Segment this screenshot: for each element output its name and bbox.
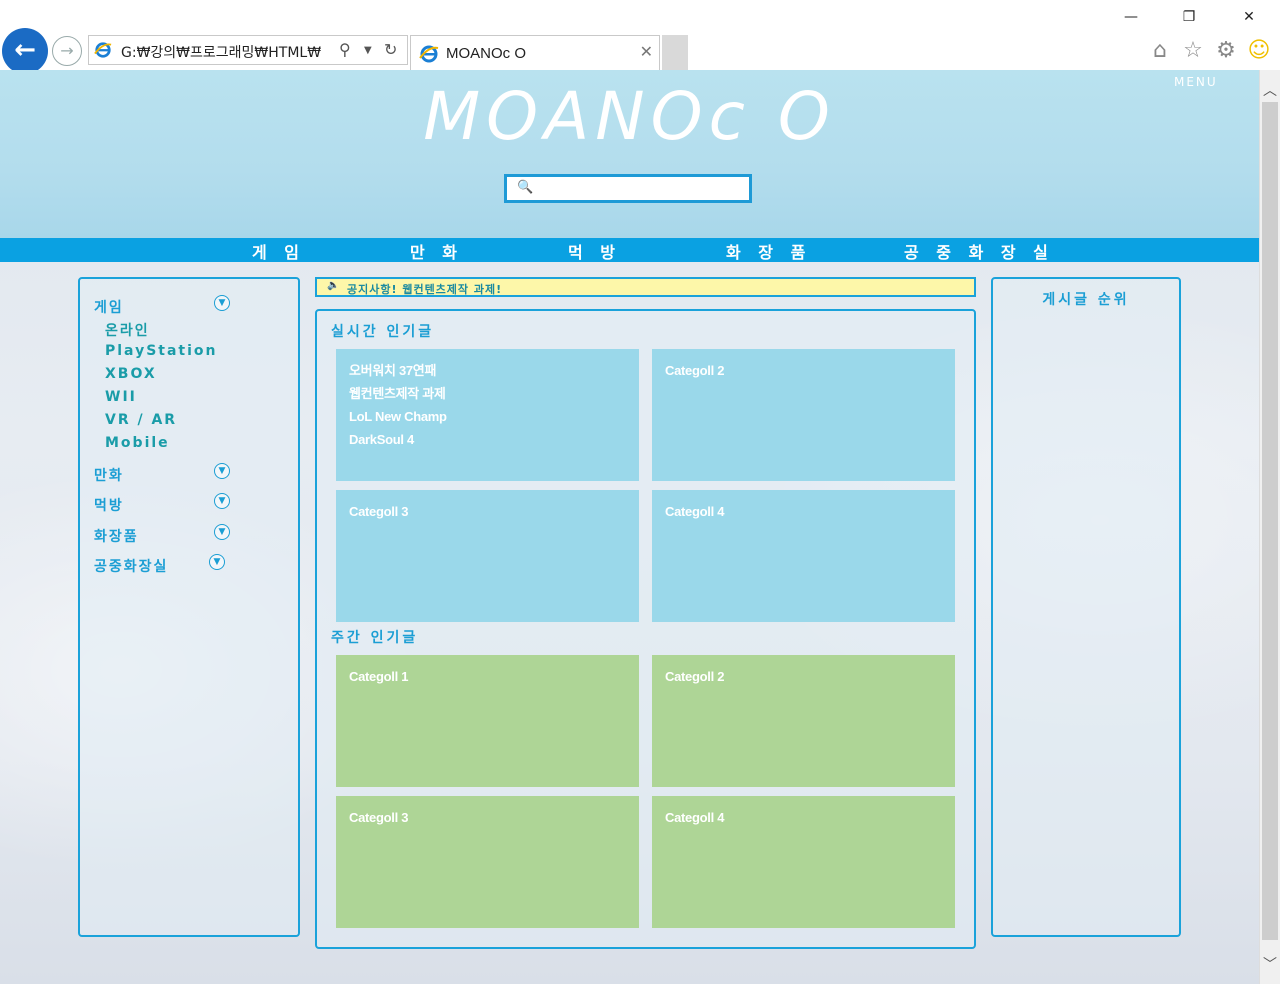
gear-icon[interactable]: ⚙ xyxy=(1213,38,1239,64)
chevron-down-icon[interactable]: ▼ xyxy=(214,493,230,509)
browser-chrome: — ❐ ✕ ← → G:₩강의₩프로그래밍₩HTML₩ ⚲ ▼ ↻ MOANOc… xyxy=(0,0,1280,74)
address-text[interactable]: G:₩강의₩프로그래밍₩HTML₩ xyxy=(121,42,329,62)
speaker-icon: 🔈 xyxy=(327,280,340,291)
post-link[interactable]: 오버워치 37연패 xyxy=(349,359,447,382)
weekly-card-3[interactable]: Categoll 3 xyxy=(336,796,639,928)
ie-icon xyxy=(419,45,439,63)
realtime-card-4[interactable]: Categoll 4 xyxy=(652,490,955,622)
ranking-title: 게시글 순위 xyxy=(1042,292,1130,308)
search-input[interactable]: 🔍 xyxy=(504,174,752,203)
notice-bar[interactable]: 🔈 공지사항! 웹컨텐츠제작 과제! xyxy=(315,277,976,297)
weekly-card-1[interactable]: Categoll 1 xyxy=(336,655,639,787)
minimize-icon[interactable]: — xyxy=(1120,6,1142,28)
scroll-down-icon[interactable]: ﹀ xyxy=(1262,954,1278,973)
post-link[interactable]: LoL New Champ xyxy=(349,405,447,428)
sidebar-item-game[interactable]: 게임 xyxy=(94,297,124,317)
sidebar-subitem-mobile[interactable]: Mobile xyxy=(105,435,170,451)
nav-item-mukbang[interactable]: 먹 방 xyxy=(568,239,621,263)
tab-active[interactable]: MOANOc O ✕ xyxy=(410,35,660,70)
search-icon[interactable]: ⚲ xyxy=(339,40,351,59)
card-title: Categoll 2 xyxy=(665,363,725,378)
sidebar-item-mukbang[interactable]: 먹방 xyxy=(94,495,124,515)
sidebar-subitem-vr-ar[interactable]: VR / AR xyxy=(105,412,177,428)
forward-arrow-icon[interactable]: → xyxy=(52,36,82,66)
page-scrollbar[interactable]: ︿ ﹀ xyxy=(1259,70,1280,984)
card-title: Categoll 3 xyxy=(349,504,409,519)
card-title: Categoll 4 xyxy=(665,504,725,519)
new-tab-button[interactable] xyxy=(662,35,688,70)
site-logo[interactable]: MOANOc O xyxy=(0,78,1259,155)
nav-item-comics[interactable]: 만 화 xyxy=(410,239,463,263)
sidebar-subitem-online[interactable]: 온라인 xyxy=(105,320,150,340)
sidebar-subitem-playstation[interactable]: PlayStation xyxy=(105,343,218,359)
card-title: Categoll 2 xyxy=(665,669,725,684)
chevron-down-icon[interactable]: ▼ xyxy=(214,463,230,479)
realtime-card-2[interactable]: Categoll 2 xyxy=(652,349,955,481)
realtime-popular-title: 실시간 인기글 xyxy=(331,324,435,340)
sidebar-item-restroom[interactable]: 공중화장실 xyxy=(94,556,168,576)
main-nav: 게 임 만 화 먹 방 화 장 품 공 중 화 장 실 xyxy=(0,238,1259,262)
ie-icon xyxy=(94,42,112,58)
sidebar-item-comics[interactable]: 만화 xyxy=(94,465,124,485)
sidebar-item-cosmetics[interactable]: 화장품 xyxy=(94,526,139,546)
chevron-down-icon[interactable]: ▼ xyxy=(214,524,230,540)
realtime-card-1[interactable]: 오버워치 37연패 웹컨텐츠제작 과제 LoL New Champ DarkSo… xyxy=(336,349,639,481)
ranking-panel: 게시글 순위 xyxy=(991,277,1181,937)
chevron-down-icon[interactable]: ▼ xyxy=(214,295,230,311)
scrollbar-thumb[interactable] xyxy=(1262,102,1278,940)
refresh-icon[interactable]: ↻ xyxy=(384,40,397,59)
nav-item-cosmetics[interactable]: 화 장 품 xyxy=(726,239,811,263)
dropdown-icon[interactable]: ▼ xyxy=(364,45,372,56)
card-title: Categoll 1 xyxy=(349,669,409,684)
address-bar[interactable]: G:₩강의₩프로그래밍₩HTML₩ ⚲ ▼ ↻ xyxy=(88,35,408,65)
sidebar: 게임 ▼ 온라인 PlayStation XBOX WII VR / AR Mo… xyxy=(78,277,300,937)
card-title: Categoll 4 xyxy=(665,810,725,825)
star-icon[interactable]: ☆ xyxy=(1180,38,1206,64)
card-title: Categoll 3 xyxy=(349,810,409,825)
nav-item-restroom[interactable]: 공 중 화 장 실 xyxy=(904,239,1054,263)
main-content: 실시간 인기글 오버워치 37연패 웹컨텐츠제작 과제 LoL New Cham… xyxy=(315,309,976,949)
weekly-popular-title: 주간 인기글 xyxy=(331,630,419,646)
weekly-card-2[interactable]: Categoll 2 xyxy=(652,655,955,787)
nav-item-game[interactable]: 게 임 xyxy=(252,239,305,263)
weekly-card-4[interactable]: Categoll 4 xyxy=(652,796,955,928)
page-viewport: MENU MOANOc O 🔍 게 임 만 화 먹 방 화 장 품 공 중 화 … xyxy=(0,70,1259,984)
back-arrow-icon[interactable]: ← xyxy=(2,28,48,74)
sidebar-subitem-wii[interactable]: WII xyxy=(105,389,137,405)
post-link[interactable]: 웹컨텐츠제작 과제 xyxy=(349,382,447,405)
search-icon: 🔍 xyxy=(517,180,534,195)
post-link[interactable]: DarkSoul 4 xyxy=(349,428,447,451)
close-window-icon[interactable]: ✕ xyxy=(1238,6,1260,28)
scroll-up-icon[interactable]: ︿ xyxy=(1262,80,1278,99)
sidebar-subitem-xbox[interactable]: XBOX xyxy=(105,366,157,382)
smiley-icon[interactable]: ☺ xyxy=(1246,38,1272,64)
realtime-card-3[interactable]: Categoll 3 xyxy=(336,490,639,622)
site-header: MENU MOANOc O 🔍 xyxy=(0,70,1259,238)
home-icon[interactable]: ⌂ xyxy=(1147,38,1173,64)
tab-title: MOANOc O xyxy=(446,45,527,62)
notice-text: 공지사항! 웹컨텐츠제작 과제! xyxy=(347,283,503,296)
chevron-down-icon[interactable]: ▼ xyxy=(209,554,225,570)
close-tab-icon[interactable]: ✕ xyxy=(640,42,653,61)
restore-icon[interactable]: ❐ xyxy=(1178,6,1200,28)
